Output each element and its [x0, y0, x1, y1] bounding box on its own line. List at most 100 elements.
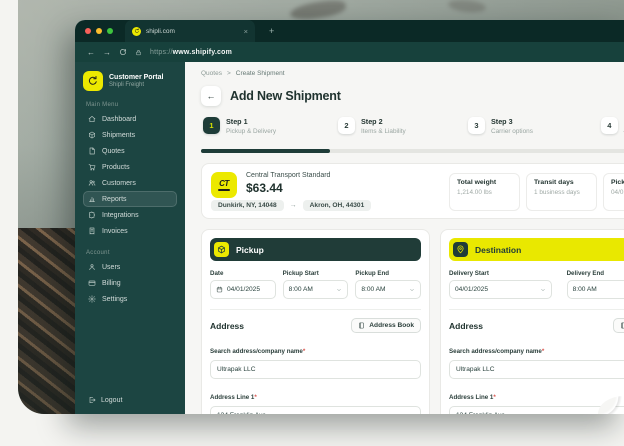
required-mark: * — [542, 348, 544, 355]
box-icon — [88, 131, 96, 139]
forward-icon[interactable]: → — [103, 48, 111, 57]
sidebar-item-invoices[interactable]: Invoices — [83, 223, 177, 239]
divider — [210, 309, 421, 310]
sidebar-item-billing[interactable]: Billing — [83, 275, 177, 291]
step-4-number: 4 — [601, 117, 618, 134]
logout-button[interactable]: Logout — [88, 396, 122, 404]
new-tab-icon[interactable]: + — [269, 26, 274, 36]
step-2-label: Step 2 — [361, 117, 383, 126]
minimize-window-icon[interactable] — [96, 28, 102, 34]
pickup-title: Pickup — [236, 245, 264, 255]
destination-card: Destination Delivery Start 04/01/2025 — [440, 229, 624, 414]
stepper-progress-fill — [201, 149, 330, 153]
page-title: Add New Shipment — [230, 89, 341, 103]
traffic-lights — [85, 28, 113, 34]
pickup-start-select[interactable]: 8:00 AM — [283, 280, 349, 299]
chevron-down-icon — [409, 287, 415, 293]
pickup-date-input[interactable]: 04/01/2025 — [210, 280, 276, 299]
step-1[interactable]: 1 Step 1 Pickup & Delivery — [203, 117, 276, 137]
tab-close-icon[interactable]: × — [244, 27, 248, 36]
browser-window: shipli.com × + ← → https://www.shipify.c… — [75, 20, 624, 414]
pickup-start-label: Pickup Start — [283, 270, 349, 277]
section-label-main-menu: Main Menu — [86, 102, 177, 108]
step-2-sublabel: Items & Liability — [361, 128, 406, 135]
mockup-canvas: shipli.com × + ← → https://www.shipify.c… — [0, 0, 624, 446]
stepper: 1 Step 1 Pickup & Delivery 2 Step 2 Item… — [201, 117, 624, 141]
quote-stats: Total weight 1,214.00 lbs Transit days 1… — [449, 173, 624, 211]
step-2[interactable]: 2 Step 2 Items & Liability — [338, 117, 406, 137]
breadcrumb-separator: > — [227, 70, 231, 77]
browser-tab-bar: shipli.com × + — [75, 20, 624, 42]
title-row: ← Add New Shipment — [201, 86, 624, 106]
sidebar-item-quotes[interactable]: Quotes — [83, 143, 177, 159]
breadcrumb-current: Create Shipment — [236, 70, 285, 77]
step-4[interactable]: 4 Step 4 Review — [601, 117, 624, 146]
destination-header: Destination — [449, 238, 624, 261]
sidebar-item-customers[interactable]: Customers — [83, 175, 177, 191]
required-mark: * — [254, 394, 256, 401]
origin-chip: Dunkirk, NY, 14048 — [211, 200, 284, 211]
credit-card-icon — [88, 279, 96, 287]
pickup-address-line1-input[interactable] — [210, 406, 421, 414]
pickup-address-book-button[interactable]: Address Book — [351, 318, 421, 333]
delivery-end-select[interactable]: 8:00 AM — [567, 280, 624, 299]
user-icon — [88, 263, 96, 271]
destination-address-book-button[interactable]: Address Book — [613, 318, 624, 333]
destination-search-input[interactable] — [449, 360, 624, 379]
sidebar-item-settings[interactable]: Settings — [83, 291, 177, 307]
reload-icon[interactable] — [119, 48, 127, 56]
pickup-header: Pickup — [210, 238, 421, 261]
bar-chart-icon — [88, 195, 96, 203]
delivery-end-label: Delivery End — [567, 270, 624, 277]
browser-tab[interactable]: shipli.com × — [125, 20, 255, 42]
breadcrumb-quotes[interactable]: Quotes — [201, 70, 222, 77]
url-scheme: https:// — [150, 49, 173, 56]
browser-address-bar: ← → https://www.shipify.com — [75, 42, 624, 62]
section-label-account: Account — [86, 250, 177, 256]
sidebar-item-products[interactable]: Products — [83, 159, 177, 175]
puzzle-icon — [88, 211, 96, 219]
quote-price: $63.44 — [246, 181, 283, 195]
people-icon — [88, 179, 96, 187]
pickup-search-input[interactable] — [210, 360, 421, 379]
tab-title: shipli.com — [146, 28, 239, 35]
back-icon[interactable]: ← — [87, 48, 95, 57]
destination-search-label: Search address/company name* — [449, 348, 544, 355]
pickup-end-select[interactable]: 8:00 AM — [355, 280, 421, 299]
lock-icon — [135, 49, 142, 56]
sidebar-item-reports[interactable]: Reports — [83, 191, 177, 207]
sidebar-item-shipments[interactable]: Shipments — [83, 127, 177, 143]
location-pin-icon — [453, 242, 468, 257]
close-window-icon[interactable] — [85, 28, 91, 34]
destination-chip: Akron, OH, 44301 — [303, 200, 372, 211]
calendar-icon — [216, 286, 223, 293]
site-favicon-icon — [132, 27, 141, 36]
carrier-logo-icon: CT — [211, 172, 237, 198]
stat-transit-days: Transit days 1 business days — [526, 173, 597, 211]
step-3[interactable]: 3 Step 3 Carrier options — [468, 117, 533, 137]
route-arrow-icon: → — [290, 202, 297, 209]
back-button[interactable]: ← — [201, 86, 221, 106]
gear-icon — [88, 295, 96, 303]
destination-line1-label: Address Line 1* — [449, 394, 496, 401]
pickup-address-heading: Address — [210, 321, 244, 331]
sidebar-item-integrations[interactable]: Integrations — [83, 207, 177, 223]
destination-title: Destination — [475, 245, 521, 255]
main-content: Quotes > Create Shipment ← Add New Shipm… — [185, 62, 624, 414]
route-chips: Dunkirk, NY, 14048 → Akron, OH, 44301 — [211, 200, 371, 211]
brand-title: Customer Portal — [109, 74, 163, 83]
sidebar-item-users[interactable]: Users — [83, 259, 177, 275]
step-1-number: 1 — [203, 117, 220, 134]
delivery-start-select[interactable]: 04/01/2025 — [449, 280, 552, 299]
url-host: www.shipify.com — [173, 49, 232, 56]
address-book-icon — [620, 322, 624, 329]
home-icon — [88, 115, 96, 123]
zoom-window-icon[interactable] — [107, 28, 113, 34]
invoice-icon — [88, 227, 96, 235]
delivery-start-label: Delivery Start — [449, 270, 552, 277]
url-text[interactable]: https://www.shipify.com — [150, 49, 232, 56]
step-1-label: Step 1 — [226, 117, 248, 126]
sidebar: Customer Portal Shipli Freight Main Menu… — [75, 62, 185, 414]
step-3-label: Step 3 — [491, 117, 513, 126]
sidebar-item-dashboard[interactable]: Dashboard — [83, 111, 177, 127]
